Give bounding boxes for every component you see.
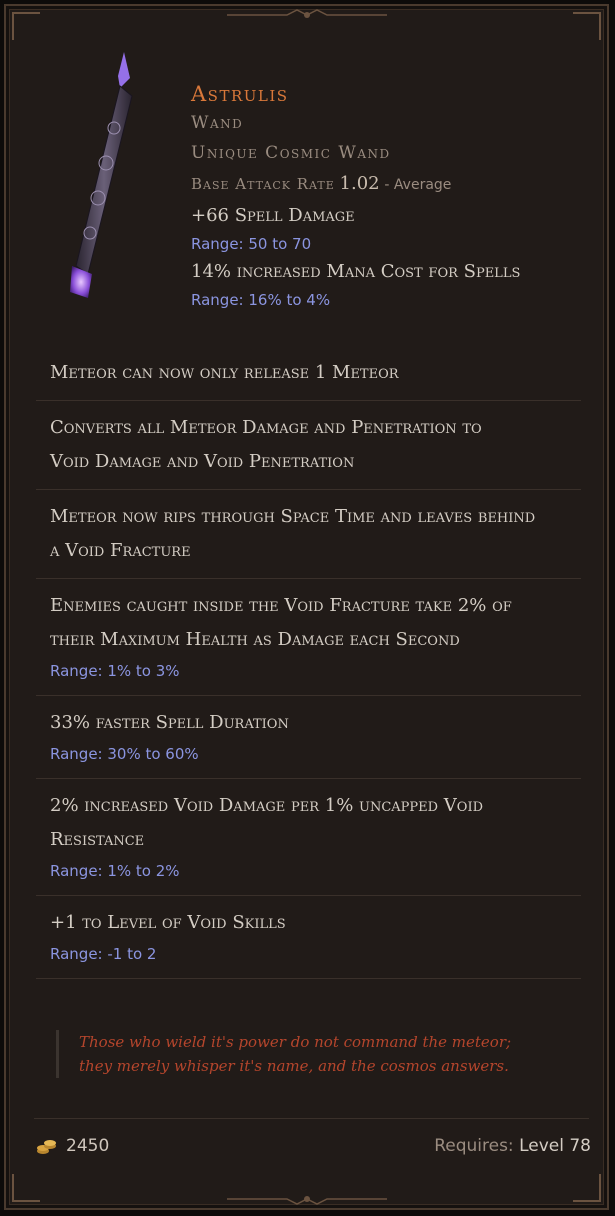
affix-text: Resistance [50, 829, 145, 850]
affix-item: Meteor now rips through Space Time and l… [36, 490, 581, 579]
affix-item: +1 to Level of Void Skills Range: -1 to … [36, 896, 581, 979]
affix-item: 33% faster Spell Duration Range: 30% to … [36, 696, 581, 779]
item-type: Wand [191, 113, 244, 133]
lore-text: Those who wield it's power do not comman… [56, 1030, 589, 1078]
affix-text: Void Damage and Void Penetration [50, 451, 355, 472]
gold-coins-icon [37, 1140, 56, 1154]
affix-list: Meteor can now only release 1 Meteor Con… [36, 346, 581, 979]
lore-line: Those who wield it's power do not comman… [79, 1033, 512, 1051]
affix-range: Range: -1 to 2 [50, 945, 157, 963]
gold-value-group: 2450 [36, 1136, 109, 1156]
item-name: Astrulis [191, 82, 289, 106]
affix-text: Enemies caught inside the Void Fracture … [50, 595, 512, 616]
item-rarity-line: Unique Cosmic Wand [191, 143, 391, 163]
affix-text: their Maximum Health as Damage each Seco… [50, 629, 460, 650]
frame-corner [573, 12, 601, 40]
item-footer: 2450 Requires: Level 78 [36, 1136, 591, 1166]
affix-item: Enemies caught inside the Void Fracture … [36, 579, 581, 696]
gold-value: 2450 [66, 1136, 110, 1156]
attack-rate-label: Base Attack Rate [191, 175, 335, 193]
attack-rate-row: Base Attack Rate 1.02 - Average [191, 168, 591, 201]
affix-range: Range: 1% to 3% [50, 662, 180, 680]
requires-label: Requires: [434, 1136, 514, 1156]
cosmic-wand-icon [70, 52, 133, 298]
attack-rate-value: 1.02 [339, 173, 380, 194]
implicit-range: Range: 50 to 70 [191, 235, 312, 253]
implicit-stat: +66 Spell Damage [191, 205, 355, 226]
implicit-range: Range: 16% to 4% [191, 291, 331, 309]
affix-text: Meteor can now only release 1 Meteor [50, 362, 399, 383]
frame-ornament-bottom [226, 1196, 387, 1205]
affix-text: +1 to Level of Void Skills [50, 912, 286, 933]
frame-corner [12, 12, 40, 40]
frame-ornament-top [226, 9, 387, 18]
affix-range: Range: 1% to 2% [50, 862, 180, 880]
item-tooltip: Astrulis Wand Unique Cosmic Wand Base At… [4, 4, 609, 1210]
affix-text: 2% increased Void Damage per 1% uncapped… [50, 795, 484, 816]
footer-divider [34, 1118, 589, 1119]
affix-text: Converts all Meteor Damage and Penetrati… [50, 417, 482, 438]
affix-text: 33% faster Spell Duration [50, 712, 289, 733]
affix-text: Meteor now rips through Space Time and l… [50, 506, 536, 527]
affix-item: 2% increased Void Damage per 1% uncapped… [36, 779, 581, 896]
item-header: Astrulis Wand Unique Cosmic Wand Base At… [191, 80, 591, 313]
requires-level: Level 78 [519, 1136, 591, 1156]
affix-range: Range: 30% to 60% [50, 745, 199, 763]
frame-corner [573, 1174, 601, 1202]
attack-rate-desc: - Average [384, 177, 452, 193]
lore-line: they merely whisper it's name, and the c… [79, 1057, 509, 1075]
affix-text: a Void Fracture [50, 540, 191, 561]
frame-corner [12, 1174, 40, 1202]
implicit-stat: 14% increased Mana Cost for Spells [191, 261, 521, 282]
affix-item: Meteor can now only release 1 Meteor [36, 346, 581, 401]
affix-item: Converts all Meteor Damage and Penetrati… [36, 401, 581, 490]
level-requirement: Requires: Level 78 [434, 1136, 591, 1156]
